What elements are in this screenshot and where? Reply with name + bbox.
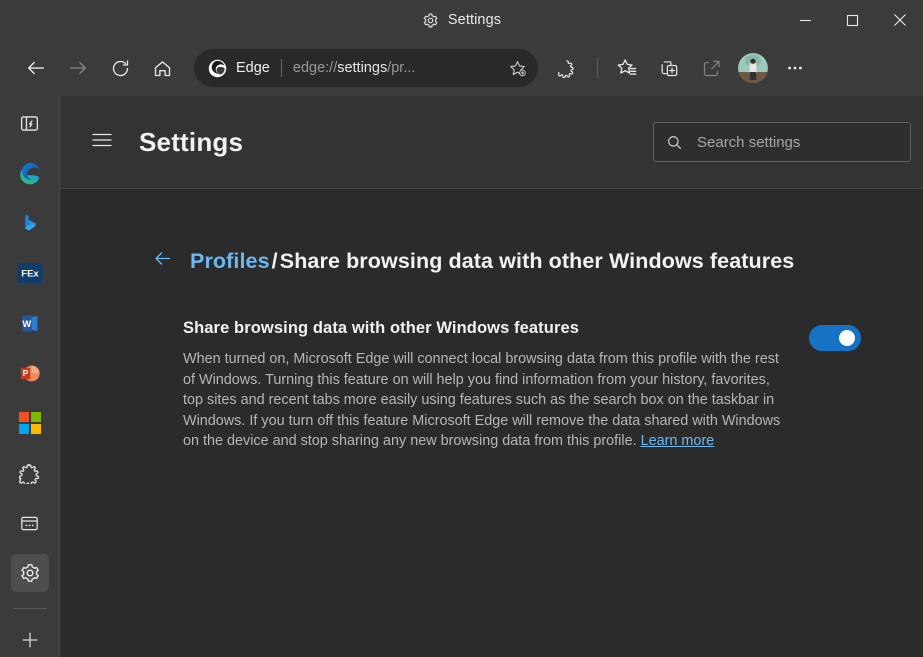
maximize-button[interactable] — [829, 0, 876, 40]
address-url-text: edge://settings/pr... — [293, 60, 502, 76]
browser-toolbar: Edge edge://settings/pr... — [0, 40, 923, 96]
profile-avatar[interactable] — [738, 53, 768, 83]
svg-text:FEx: FEx — [21, 268, 39, 279]
window-title: Settings — [448, 12, 501, 28]
powerpoint-logo-icon: P — [18, 362, 41, 385]
breadcrumb-text: Profiles/Share browsing data with other … — [190, 249, 794, 274]
minimize-button[interactable] — [782, 0, 829, 40]
toggle-knob — [839, 330, 855, 346]
settings-content: Profiles/Share browsing data with other … — [60, 189, 923, 657]
settings-pane: Settings — [60, 96, 923, 657]
share-icon — [701, 58, 722, 79]
sidebar-item-edge[interactable] — [11, 154, 49, 192]
search-input[interactable] — [697, 134, 898, 151]
titlebar-center: Settings — [422, 12, 501, 29]
back-button[interactable] — [16, 48, 56, 88]
edge-logo-icon — [17, 161, 42, 186]
tools-icon — [19, 513, 40, 534]
url-highlight: settings — [337, 60, 387, 76]
toolbar-divider — [597, 58, 598, 78]
word-logo-icon: W — [18, 312, 41, 335]
address-bar[interactable]: Edge edge://settings/pr... — [194, 49, 538, 87]
search-icon — [666, 134, 683, 151]
breadcrumb: Profiles/Share browsing data with other … — [60, 245, 923, 277]
home-button[interactable] — [142, 48, 182, 88]
share-browsing-data-toggle[interactable] — [809, 325, 861, 351]
setting-row: Share browsing data with other Windows f… — [60, 277, 923, 452]
address-divider — [281, 59, 282, 77]
setting-description: When turned on, Microsoft Edge will conn… — [183, 349, 781, 452]
settings-search-box[interactable] — [653, 122, 911, 162]
plus-icon — [19, 629, 41, 651]
share-button[interactable] — [691, 48, 731, 88]
settings-menu-button[interactable] — [82, 122, 122, 162]
breadcrumb-separator: / — [272, 249, 278, 273]
arrow-left-icon — [152, 248, 173, 274]
learn-more-link[interactable]: Learn more — [641, 433, 715, 449]
refresh-button[interactable] — [100, 48, 140, 88]
edge-logo-icon — [208, 59, 227, 78]
home-icon — [152, 58, 173, 79]
hamburger-icon — [92, 132, 112, 153]
collections-icon — [659, 58, 680, 79]
browser-essentials-icon — [19, 113, 40, 134]
forward-button[interactable] — [58, 48, 98, 88]
breadcrumb-current: Share browsing data with other Windows f… — [280, 249, 795, 273]
sidebar-add-button[interactable] — [11, 621, 49, 657]
fex-badge-icon: FEx — [17, 262, 43, 284]
url-prefix: edge:// — [293, 60, 337, 76]
setting-main: Share browsing data with other Windows f… — [183, 319, 781, 452]
sidebar-item-settings[interactable] — [11, 554, 49, 592]
sidebar-item-powerpoint[interactable]: P — [11, 354, 49, 392]
favorites-button[interactable] — [607, 48, 647, 88]
window-titlebar: Settings — [0, 0, 923, 40]
close-button[interactable] — [876, 0, 923, 40]
arrow-right-icon — [67, 57, 89, 79]
collections-button[interactable] — [649, 48, 689, 88]
sidebar-item-microsoft365[interactable] — [11, 404, 49, 442]
sidebar-item-browser-essentials[interactable] — [11, 104, 49, 142]
sidebar-item-games[interactable] — [11, 454, 49, 492]
url-suffix: /pr... — [387, 60, 415, 76]
svg-text:P: P — [23, 369, 29, 378]
games-icon — [19, 462, 41, 484]
sidebar-item-fex[interactable]: FEx — [11, 254, 49, 292]
svg-text:W: W — [22, 319, 31, 329]
settings-header: Settings — [60, 96, 923, 189]
address-brand-label: Edge — [236, 60, 270, 76]
breadcrumb-back-button[interactable] — [146, 245, 178, 277]
add-favorite-icon[interactable] — [502, 53, 532, 83]
setting-title: Share browsing data with other Windows f… — [183, 319, 781, 338]
favorites-star-icon — [616, 57, 638, 79]
breadcrumb-parent-link[interactable]: Profiles — [190, 249, 270, 273]
sidebar-item-tools[interactable] — [11, 504, 49, 542]
gear-icon — [19, 562, 41, 584]
window-controls — [782, 0, 923, 40]
settings-gear-icon — [422, 12, 439, 29]
microsoft-logo-icon — [19, 412, 41, 434]
bing-logo-icon — [19, 212, 41, 234]
sidebar-item-bing[interactable] — [11, 204, 49, 242]
extensions-button[interactable] — [548, 48, 588, 88]
edge-sidebar-rail: FEx W P — [0, 96, 60, 657]
page-title: Settings — [139, 127, 243, 158]
arrow-left-icon — [25, 57, 47, 79]
body-split: FEx W P — [0, 96, 923, 657]
sidebar-divider — [13, 608, 47, 609]
more-options-button[interactable] — [775, 48, 815, 88]
extensions-puzzle-icon — [558, 58, 579, 79]
refresh-icon — [110, 58, 131, 79]
sidebar-item-word[interactable]: W — [11, 304, 49, 342]
ellipsis-icon — [785, 58, 805, 78]
